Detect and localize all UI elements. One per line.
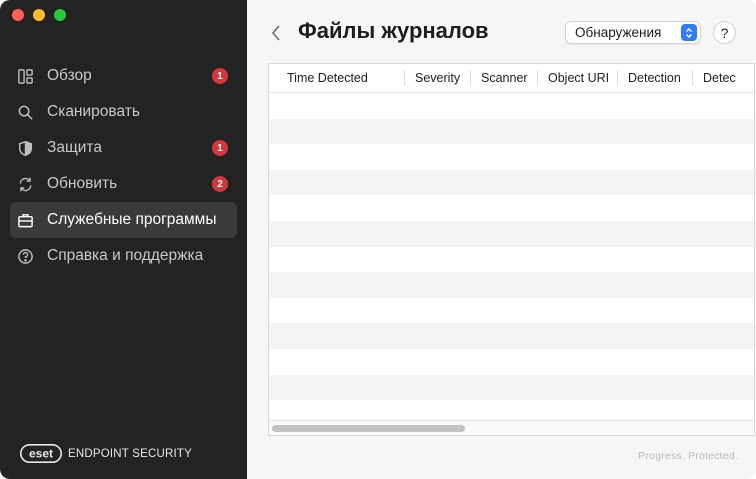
shield-icon xyxy=(16,139,34,157)
chevron-left-icon xyxy=(271,25,280,41)
column-divider[interactable] xyxy=(617,70,618,86)
sidebar-item-tools[interactable]: Служебные программы xyxy=(10,202,237,238)
log-type-select[interactable]: Обнаружения xyxy=(565,21,701,44)
column-divider[interactable] xyxy=(470,70,471,86)
table-row xyxy=(269,374,754,401)
eset-logo-icon: eset xyxy=(20,444,62,463)
sidebar-item-label: Защита xyxy=(47,139,102,156)
sidebar-item-label: Обновить xyxy=(47,175,118,192)
column-divider[interactable] xyxy=(692,70,693,86)
table-header: Time Detected Severity Scanner Object UR… xyxy=(269,64,754,93)
table-row xyxy=(269,220,754,247)
table-row xyxy=(269,298,754,324)
overview-icon xyxy=(16,67,34,85)
table-body xyxy=(269,93,754,426)
table-row xyxy=(269,169,754,196)
minimize-window-button[interactable] xyxy=(33,9,45,21)
help-button[interactable]: ? xyxy=(713,21,736,44)
close-window-button[interactable] xyxy=(12,9,24,21)
sidebar-item-label: Служебные программы xyxy=(47,211,217,228)
column-divider[interactable] xyxy=(404,70,405,86)
column-header-time-detected[interactable]: Time Detected xyxy=(287,64,402,92)
table-row xyxy=(269,93,754,119)
table-row xyxy=(269,195,754,221)
app-window: Обзор 1 Сканировать Защита 1 Обновить 2 … xyxy=(0,0,756,479)
table-row xyxy=(269,118,754,145)
notification-badge: 1 xyxy=(212,140,228,156)
sidebar-item-label: Сканировать xyxy=(47,103,140,120)
column-header-scanner[interactable]: Scanner xyxy=(481,64,536,92)
sidebar-item-label: Справка и поддержка xyxy=(47,247,204,264)
table-row xyxy=(269,349,754,375)
page-title: Файлы журналов xyxy=(298,18,489,43)
column-divider[interactable] xyxy=(537,70,538,86)
scrollbar-thumb[interactable] xyxy=(272,425,465,432)
briefcase-icon xyxy=(16,211,34,229)
horizontal-scrollbar[interactable] xyxy=(269,420,754,435)
brand-product-name: ENDPOINT SECURITY xyxy=(68,447,192,460)
zoom-window-button[interactable] xyxy=(54,9,66,21)
sidebar-item-label: Обзор xyxy=(47,67,92,84)
column-header-severity[interactable]: Severity xyxy=(415,64,470,92)
tagline: Progress. Protected. xyxy=(638,450,738,462)
log-type-select-value: Обнаружения xyxy=(575,25,662,40)
table-row xyxy=(269,144,754,170)
help-icon xyxy=(16,247,34,265)
brand: eset ENDPOINT SECURITY xyxy=(20,444,192,463)
back-button[interactable] xyxy=(268,22,284,44)
sidebar-item-update[interactable]: Обновить 2 xyxy=(10,166,237,202)
sidebar-item-overview[interactable]: Обзор 1 xyxy=(10,58,237,94)
table-row xyxy=(269,323,754,349)
sidebar-nav: Обзор 1 Сканировать Защита 1 Обновить 2 … xyxy=(10,58,237,274)
sidebar-item-protection[interactable]: Защита 1 xyxy=(10,130,237,166)
refresh-icon xyxy=(16,175,34,193)
updown-chevron-icon xyxy=(681,24,697,41)
column-header-detection-truncated[interactable]: Detec xyxy=(703,64,754,92)
table-row xyxy=(269,247,754,273)
sidebar-item-help[interactable]: Справка и поддержка xyxy=(10,238,237,274)
log-table: Time Detected Severity Scanner Object UR… xyxy=(268,63,755,436)
sidebar-item-scan[interactable]: Сканировать xyxy=(10,94,237,130)
sidebar: Обзор 1 Сканировать Защита 1 Обновить 2 … xyxy=(0,0,247,479)
column-header-object-uri[interactable]: Object URI xyxy=(548,64,616,92)
svg-text:eset: eset xyxy=(29,447,53,461)
notification-badge: 2 xyxy=(212,176,228,192)
column-header-detection[interactable]: Detection xyxy=(628,64,688,92)
notification-badge: 1 xyxy=(212,68,228,84)
main-panel: Файлы журналов Обнаружения ? Time Detect… xyxy=(247,0,756,479)
search-icon xyxy=(16,103,34,121)
window-controls xyxy=(12,9,66,21)
table-row xyxy=(269,272,754,298)
